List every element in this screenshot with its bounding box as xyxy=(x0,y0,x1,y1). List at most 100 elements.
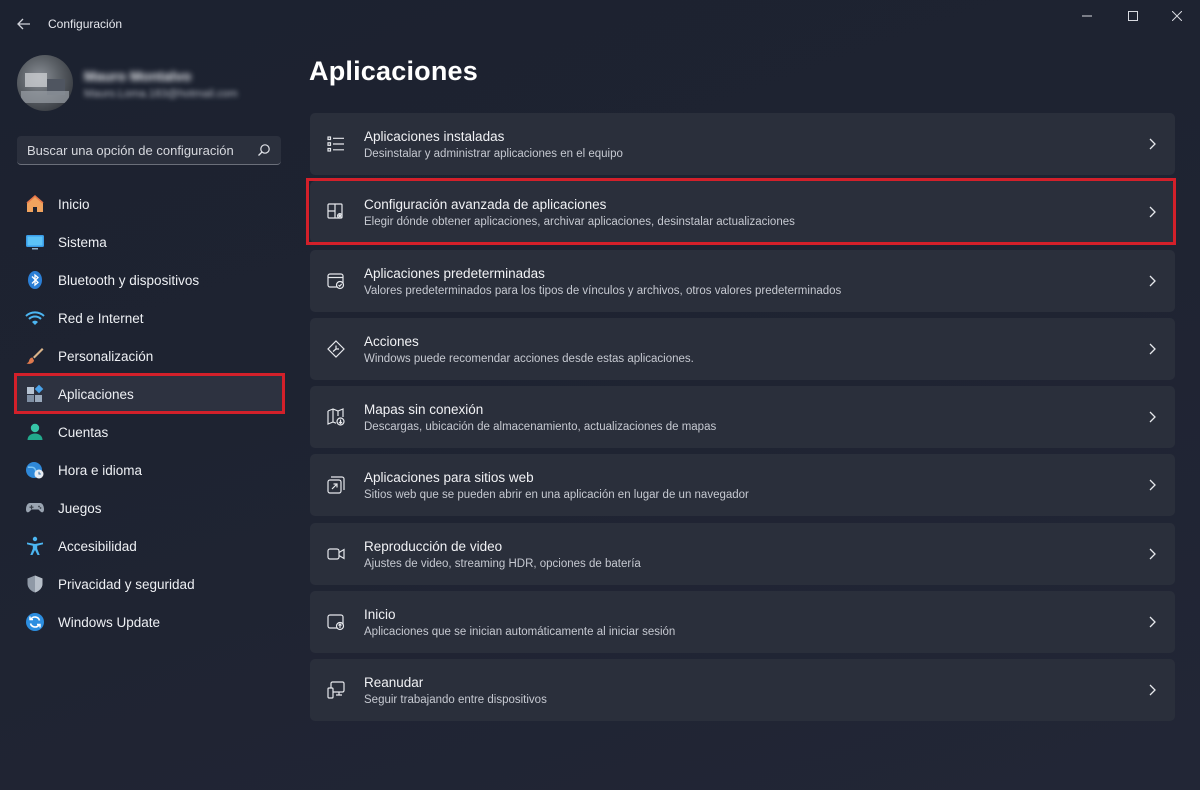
card-subtitle: Valores predeterminados para los tipos d… xyxy=(364,284,842,297)
shield-icon xyxy=(25,574,45,594)
chevron-right-icon xyxy=(1149,275,1156,287)
gamepad-icon xyxy=(25,498,45,518)
sidebar-item-personalizacion[interactable]: Personalización xyxy=(16,337,284,375)
sidebar-item-windows-update[interactable]: Windows Update xyxy=(16,603,284,641)
card-subtitle: Desinstalar y administrar aplicaciones e… xyxy=(364,148,623,160)
sidebar-item-label: Aplicaciones xyxy=(58,386,134,402)
card-configuracion-avanzada[interactable]: Configuración avanzada de aplicaciones E… xyxy=(310,181,1175,244)
search-input[interactable] xyxy=(27,142,247,158)
apps-gear-icon xyxy=(326,202,346,222)
card-title: Acciones xyxy=(364,333,419,349)
chevron-right-icon xyxy=(1149,206,1156,218)
sidebar-item-label: Bluetooth y dispositivos xyxy=(58,272,200,288)
close-button[interactable] xyxy=(1154,0,1200,32)
card-title: Aplicaciones predeterminadas xyxy=(364,265,545,281)
card-subtitle: Descargas, ubicación de almacenamiento, … xyxy=(364,421,717,434)
card-title: Reproducción de video xyxy=(364,538,503,554)
globe-clock-icon xyxy=(25,460,45,480)
home-icon xyxy=(25,194,45,214)
sidebar-item-red[interactable]: Red e Internet xyxy=(16,299,284,337)
minimize-button[interactable] xyxy=(1064,0,1110,32)
card-subtitle: Aplicaciones que se inician automáticame… xyxy=(364,626,676,639)
sidebar-item-label: Accesibilidad xyxy=(58,538,137,554)
profile-name: Mauro Montalvo xyxy=(84,68,192,84)
update-icon xyxy=(25,612,45,632)
chevron-right-icon xyxy=(1149,138,1156,150)
open-external-icon xyxy=(326,475,346,495)
apps-icon xyxy=(25,384,45,404)
video-icon xyxy=(326,544,346,564)
page-title: Aplicaciones xyxy=(309,56,478,86)
card-reproduccion-video[interactable]: Reproducción de video Ajustes de video, … xyxy=(310,522,1175,585)
sidebar-item-label: Sistema xyxy=(58,234,107,250)
card-mapas-sin-conexion[interactable]: Mapas sin conexión Descargas, ubicación … xyxy=(310,386,1175,449)
actions-icon xyxy=(326,339,346,359)
card-subtitle: Sitios web que se pueden abrir en una ap… xyxy=(364,489,749,502)
sidebar-item-label: Personalización xyxy=(58,348,154,364)
avatar[interactable] xyxy=(17,55,73,111)
back-button[interactable] xyxy=(10,12,38,36)
person-icon xyxy=(25,422,45,442)
card-title: Aplicaciones instaladas xyxy=(364,129,505,144)
sidebar-item-label: Cuentas xyxy=(58,424,109,440)
card-aplicaciones-predeterminadas[interactable]: Aplicaciones predeterminadas Valores pre… xyxy=(310,249,1175,312)
settings-card-list: Aplicaciones instaladas Desinstalar y ad… xyxy=(310,113,1175,728)
card-title: Aplicaciones para sitios web xyxy=(364,470,534,486)
chevron-right-icon xyxy=(1149,480,1156,491)
close-icon xyxy=(1172,11,1182,21)
maximize-button[interactable] xyxy=(1110,0,1156,32)
sidebar-item-aplicaciones[interactable]: Aplicaciones xyxy=(16,375,284,413)
resume-devices-icon xyxy=(326,680,346,700)
sidebar-item-hora[interactable]: Hora e idioma xyxy=(16,451,284,489)
sidebar-item-label: Privacidad y seguridad xyxy=(58,576,195,592)
minimize-icon xyxy=(1082,15,1092,17)
sidebar-item-accesibilidad[interactable]: Accesibilidad xyxy=(16,527,284,565)
chevron-right-icon xyxy=(1149,684,1156,696)
wifi-icon xyxy=(25,308,45,328)
card-title: Configuración avanzada de aplicaciones xyxy=(364,197,607,213)
map-download-icon xyxy=(326,407,346,427)
card-reanudar[interactable]: Reanudar Seguir trabajando entre disposi… xyxy=(310,659,1175,722)
app-title: Configuración xyxy=(48,17,123,31)
chevron-right-icon xyxy=(1149,411,1156,423)
sidebar-item-sistema[interactable]: Sistema xyxy=(16,223,284,261)
search-box xyxy=(17,136,281,165)
chevron-right-icon xyxy=(1149,548,1156,560)
sidebar-item-label: Red e Internet xyxy=(58,310,144,326)
sidebar-item-label: Inicio xyxy=(58,196,90,212)
brush-icon xyxy=(25,346,45,366)
profile-email: Mauro.Loma.183@hotmail.com xyxy=(84,88,238,100)
card-subtitle: Windows puede recomendar acciones desde … xyxy=(364,352,694,365)
title-bar: Configuración xyxy=(0,0,1200,48)
startup-icon xyxy=(326,612,346,632)
monitor-icon xyxy=(25,232,45,252)
arrow-left-icon xyxy=(17,18,30,30)
card-subtitle: Ajustes de video, streaming HDR, opcione… xyxy=(364,557,641,570)
chevron-right-icon xyxy=(1149,343,1156,355)
card-title: Reanudar xyxy=(364,675,424,691)
accessibility-icon xyxy=(25,536,45,556)
sidebar-item-privacidad[interactable]: Privacidad y seguridad xyxy=(16,565,284,603)
sidebar-item-label: Windows Update xyxy=(58,614,161,630)
bluetooth-icon xyxy=(25,270,45,290)
chevron-right-icon xyxy=(1149,616,1156,628)
card-aplicaciones-sitios-web[interactable]: Aplicaciones para sitios web Sitios web … xyxy=(310,454,1175,517)
sidebar-item-label: Juegos xyxy=(58,500,102,516)
card-title: Inicio xyxy=(364,607,396,623)
card-subtitle: Seguir trabajando entre dispositivos xyxy=(364,694,547,707)
card-subtitle: Elegir dónde obtener aplicaciones, archi… xyxy=(364,216,795,229)
list-icon xyxy=(326,134,346,154)
sidebar-item-juegos[interactable]: Juegos xyxy=(16,489,284,527)
card-acciones[interactable]: Acciones Windows puede recomendar accion… xyxy=(310,317,1175,380)
sidebar-nav: Inicio Sistema Bluetooth y dispositivos … xyxy=(16,185,284,641)
card-aplicaciones-instaladas[interactable]: Aplicaciones instaladas Desinstalar y ad… xyxy=(310,113,1175,175)
sidebar-item-inicio[interactable]: Inicio xyxy=(16,185,284,223)
maximize-icon xyxy=(1128,11,1138,21)
sidebar-item-bluetooth[interactable]: Bluetooth y dispositivos xyxy=(16,261,284,299)
default-apps-icon xyxy=(326,271,346,291)
card-inicio[interactable]: Inicio Aplicaciones que se inician autom… xyxy=(310,591,1175,654)
sidebar-item-label: Hora e idioma xyxy=(58,462,143,478)
sidebar-item-cuentas[interactable]: Cuentas xyxy=(16,413,284,451)
card-title: Mapas sin conexión xyxy=(364,402,484,418)
search-icon[interactable] xyxy=(257,143,271,157)
